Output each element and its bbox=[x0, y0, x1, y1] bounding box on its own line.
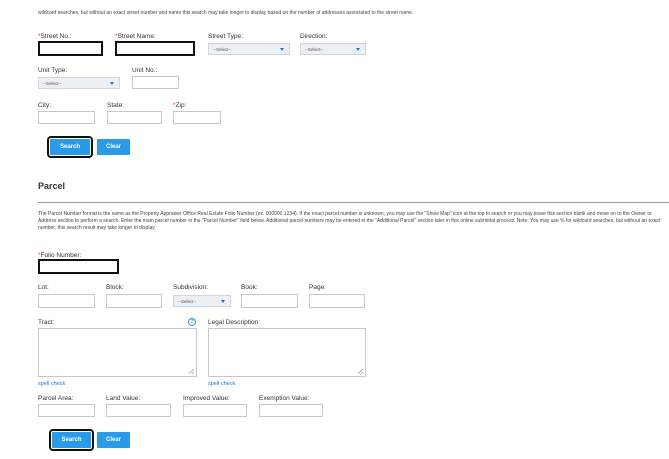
subdivision-select[interactable]: --Select-- bbox=[173, 295, 231, 307]
legal-description-label: Legal Description: bbox=[208, 319, 261, 326]
folio-number-label: *Folio Number: bbox=[38, 252, 82, 259]
state-input[interactable] bbox=[107, 111, 162, 124]
lot-input[interactable] bbox=[38, 294, 95, 308]
improved-value-label: Improved Value: bbox=[183, 395, 230, 402]
direction-label: Direction: bbox=[300, 33, 328, 40]
folio-number-input[interactable] bbox=[38, 259, 119, 274]
address-search-button[interactable]: Search bbox=[47, 136, 93, 158]
book-input[interactable] bbox=[241, 294, 298, 308]
lot-label: Lot: bbox=[38, 284, 49, 291]
street-name-input[interactable] bbox=[115, 41, 195, 56]
city-label: City: bbox=[38, 102, 51, 109]
zip-label: *Zip: bbox=[173, 102, 187, 109]
resize-handle-icon[interactable] bbox=[189, 369, 194, 374]
exemption-value-label: Exemption Value: bbox=[259, 395, 310, 402]
info-icon[interactable]: ? bbox=[188, 318, 196, 326]
resize-handle-icon[interactable] bbox=[358, 369, 363, 374]
chevron-down-icon bbox=[221, 300, 225, 303]
street-type-label: Street Type: bbox=[208, 33, 243, 40]
block-input[interactable] bbox=[106, 294, 162, 308]
page-label: Page: bbox=[309, 284, 326, 291]
tract-label: Tract: bbox=[38, 319, 55, 326]
legal-spell-check-link[interactable]: spell check bbox=[208, 381, 235, 387]
city-input[interactable] bbox=[38, 111, 95, 124]
street-name-label: *Street Name: bbox=[115, 33, 156, 40]
page-input[interactable] bbox=[309, 294, 365, 308]
chevron-down-icon bbox=[110, 82, 114, 85]
parcel-clear-button[interactable]: Clear bbox=[97, 432, 130, 448]
street-type-select[interactable]: --Select-- bbox=[208, 43, 290, 55]
address-search-note: wildcard searches, but without an exact … bbox=[38, 10, 414, 16]
parcel-instructions: The Parcel Number format is the same as … bbox=[38, 211, 661, 231]
subdivision-label: Subdivision: bbox=[173, 284, 209, 291]
chevron-down-icon bbox=[356, 48, 360, 51]
chevron-down-icon bbox=[280, 48, 284, 51]
zip-input[interactable] bbox=[173, 111, 221, 124]
parcel-heading: Parcel bbox=[38, 181, 66, 191]
parcel-search-button[interactable]: Search bbox=[49, 429, 94, 451]
state-label: State: bbox=[107, 102, 124, 109]
unit-no-input[interactable] bbox=[132, 76, 179, 89]
parcel-area-label: Parcel Area: bbox=[38, 395, 74, 402]
section-divider bbox=[38, 202, 669, 203]
street-no-input[interactable] bbox=[38, 41, 103, 56]
unit-no-label: Unit No.: bbox=[132, 67, 158, 74]
legal-description-textarea[interactable] bbox=[208, 328, 366, 377]
improved-value-input[interactable] bbox=[183, 404, 247, 417]
exemption-value-input[interactable] bbox=[259, 404, 323, 417]
address-clear-button[interactable]: Clear bbox=[97, 139, 130, 155]
land-value-label: Land Value: bbox=[106, 395, 141, 402]
unit-type-select[interactable]: --Select-- bbox=[38, 77, 120, 89]
tract-spell-check-link[interactable]: spell check bbox=[38, 381, 65, 387]
unit-type-label: Unit Type: bbox=[38, 67, 68, 74]
direction-select[interactable]: --Select-- bbox=[300, 43, 366, 55]
block-label: Block: bbox=[106, 284, 124, 291]
parcel-area-input[interactable] bbox=[38, 404, 95, 417]
tract-textarea[interactable] bbox=[38, 328, 197, 377]
street-no-label: *Street No.: bbox=[38, 33, 72, 40]
book-label: Book: bbox=[241, 284, 258, 291]
land-value-input[interactable] bbox=[106, 404, 171, 417]
